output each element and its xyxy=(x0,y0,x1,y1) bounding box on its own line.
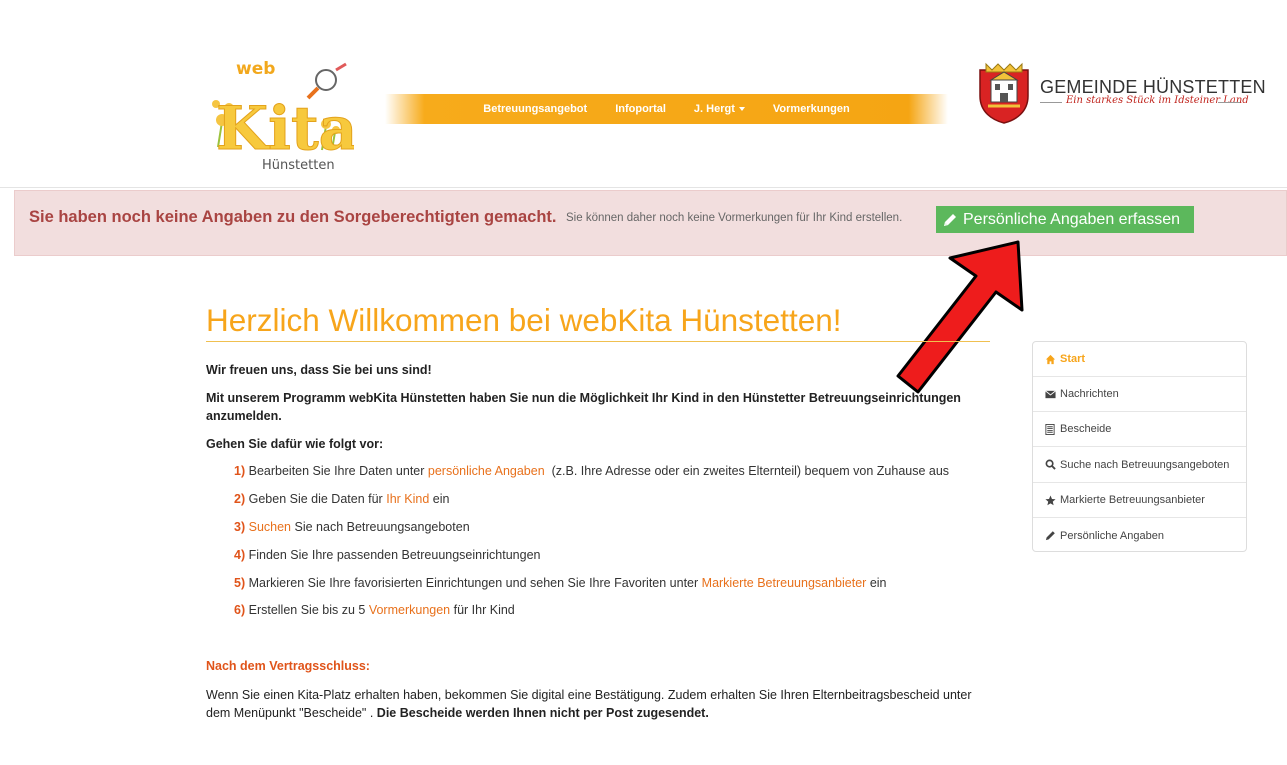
gemeinde-slogan: Ein starkes Stück im Idsteiner Land xyxy=(1066,95,1249,106)
divider xyxy=(1040,102,1062,103)
red-arrow-annotation xyxy=(896,240,1024,394)
step-text: Erstellen Sie bis zu 5 xyxy=(248,603,366,617)
sidebar-item-persoenliche-angaben[interactable]: Persönliche Angaben xyxy=(1033,518,1246,553)
nav-vormerkungen[interactable]: Vormerkungen xyxy=(759,103,864,115)
sidebar-item-label: Suche nach Betreuungsangeboten xyxy=(1060,458,1230,471)
gemeinde-logo[interactable]: GEMEINDE HÜNSTETTEN Ein starkes Stück im… xyxy=(978,62,1266,128)
coat-of-arms-icon xyxy=(979,62,1029,124)
step-text: für Ihr Kind xyxy=(453,603,515,617)
intro-welcome: Wir freuen uns, dass Sie bei uns sind! xyxy=(206,363,432,377)
step-text: ein xyxy=(869,576,887,590)
logo-kita-text: Kita xyxy=(216,94,354,164)
divider xyxy=(1218,102,1240,103)
page-title: Herzlich Willkommen bei webKita Hünstett… xyxy=(206,302,842,338)
sidebar-item-bescheide[interactable]: Bescheide xyxy=(1033,412,1246,447)
link-vormerkungen[interactable]: Vormerkungen xyxy=(369,603,450,617)
sidebar-item-label: Start xyxy=(1060,353,1086,365)
main-navbar: Betreuungsangebot Infoportal J. Hergt Vo… xyxy=(385,94,948,124)
step-number: 6) xyxy=(234,603,246,617)
search-icon xyxy=(1045,459,1057,470)
step-number: 4) xyxy=(234,548,246,562)
link-ihr-kind[interactable]: Ihr Kind xyxy=(386,492,429,506)
intro-description: Mit unserem Programm webKita Hünstetten … xyxy=(206,391,961,423)
document-icon xyxy=(1045,423,1057,435)
link-markierte-betreuungsanbieter[interactable]: Markierte Betreuungsanbieter xyxy=(702,576,867,590)
logo-web-text: web xyxy=(236,59,275,79)
nav-betreuungsangebot[interactable]: Betreuungsangebot xyxy=(469,103,601,115)
sidebar-item-label: Persönliche Angaben xyxy=(1060,529,1164,542)
vertrag-bold-text: Die Bescheide werden Ihnen nicht per Pos… xyxy=(376,706,709,720)
step-number: 5) xyxy=(234,576,246,590)
pencil-icon xyxy=(944,213,956,226)
alert-button-label: Persönliche Angaben erfassen xyxy=(963,210,1181,228)
step-number: 2) xyxy=(234,492,246,506)
step-text: Sie nach Betreuungsangeboten xyxy=(294,520,470,534)
nav-infoportal[interactable]: Infoportal xyxy=(601,103,680,115)
step-number: 1) xyxy=(234,464,246,478)
webkita-logo[interactable]: web Kita Hünstetten xyxy=(204,52,358,177)
step-text: Markieren Sie Ihre favorisierten Einrich… xyxy=(248,576,699,590)
caret-down-icon xyxy=(738,107,745,112)
step-item: 1) Bearbeiten Sie Ihre Daten unter persö… xyxy=(234,464,949,478)
intro-instructions: Gehen Sie dafür wie folgt vor: xyxy=(206,437,384,451)
alert-message: Sie können daher noch keine Vormerkungen… xyxy=(566,212,903,224)
vertrag-heading: Nach dem Vertragsschluss: xyxy=(206,659,370,673)
sidebar-item-markierte[interactable]: Markierte Betreuungsanbieter xyxy=(1033,483,1246,518)
step-text: Geben Sie die Daten für xyxy=(248,492,383,506)
step-text: Bearbeiten Sie Ihre Daten unter xyxy=(248,464,425,478)
sidebar-item-label: Nachrichten xyxy=(1060,388,1119,400)
step-item: 6) Erstellen Sie bis zu 5 Vormerkungen f… xyxy=(234,603,515,617)
step-item: 5) Markieren Sie Ihre favorisierten Einr… xyxy=(234,576,887,590)
step-item: 4) Finden Sie Ihre passenden Betreuungse… xyxy=(234,548,540,562)
home-icon xyxy=(1045,354,1057,365)
logo-sub-text: Hünstetten xyxy=(262,158,335,173)
title-divider xyxy=(206,341,990,342)
step-text: (z.B. Ihre Adresse oder ein zweites Elte… xyxy=(551,464,950,478)
sidebar-item-label: Bescheide xyxy=(1060,423,1112,435)
persoenliche-angaben-erfassen-button[interactable]: Persönliche Angaben erfassen xyxy=(936,206,1194,233)
sidebar-item-nachrichten[interactable]: Nachrichten xyxy=(1033,377,1246,412)
link-suchen[interactable]: Suchen xyxy=(249,520,291,534)
step-item: 2) Geben Sie die Daten für Ihr Kind ein xyxy=(234,492,449,506)
sidebar-menu: Start Nachrichten Bescheide Suche nach B… xyxy=(1032,341,1247,552)
star-icon xyxy=(1045,494,1057,506)
step-text: Finden Sie Ihre passenden Betreuungseinr… xyxy=(248,548,541,562)
alert-heading: Sie haben noch keine Angaben zu den Sorg… xyxy=(29,208,557,226)
header-divider xyxy=(0,187,1287,188)
nav-user-label: J. Hergt xyxy=(693,103,735,115)
vertrag-paragraph: Wenn Sie einen Kita-Platz erhalten haben… xyxy=(206,686,996,722)
sidebar-item-label: Markierte Betreuungsanbieter xyxy=(1060,494,1205,506)
step-text: ein xyxy=(432,492,450,506)
pencil-icon xyxy=(1045,530,1057,541)
sidebar-item-suche[interactable]: Suche nach Betreuungsangeboten xyxy=(1033,447,1246,483)
sidebar-item-start[interactable]: Start xyxy=(1033,342,1246,377)
link-persoenliche-angaben[interactable]: persönliche Angaben xyxy=(428,464,545,478)
step-item: 3) Suchen Sie nach Betreuungsangeboten xyxy=(234,520,470,534)
alert-banner: Sie haben noch keine Angaben zu den Sorg… xyxy=(14,190,1287,256)
step-number: 3) xyxy=(234,520,246,534)
envelope-icon xyxy=(1045,389,1057,399)
nav-user-menu[interactable]: J. Hergt xyxy=(680,103,759,115)
